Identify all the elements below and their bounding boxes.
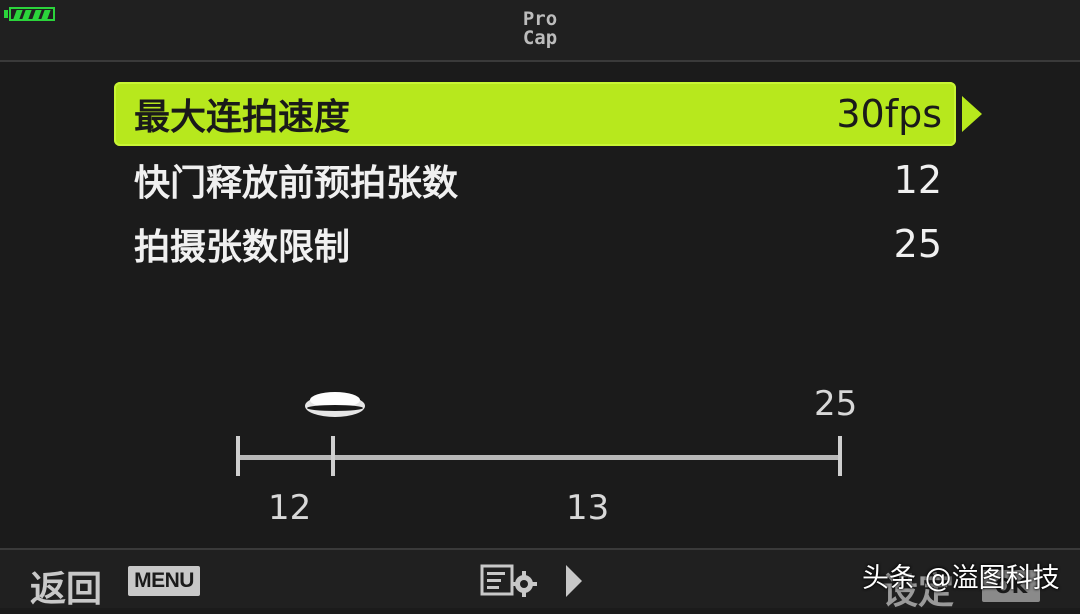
menu-item-max-burst-speed[interactable]: 最大连拍速度 30fps	[114, 82, 956, 146]
mode-line-2: Cap	[522, 27, 558, 49]
frame-scale-line	[238, 455, 840, 460]
menu-item-value: 12	[893, 158, 942, 202]
menu-item-frame-count-limit[interactable]: 拍摄张数限制 25	[114, 212, 956, 276]
shutter-button-icon	[305, 392, 365, 417]
menu-item-label: 快门释放前预拍张数	[134, 163, 459, 204]
next-page-arrow-icon[interactable]	[566, 565, 582, 597]
menu-item-pre-shutter-frames[interactable]: 快门释放前预拍张数 12	[114, 148, 956, 212]
battery-full-icon	[4, 6, 58, 22]
menu-item-label: 拍摄张数限制	[134, 227, 351, 268]
limit-label: 25	[814, 384, 858, 424]
watermark-text: 头条 @溢图科技	[862, 563, 1060, 594]
scale-tick-shutter	[331, 436, 335, 476]
top-status-bar: Pro Cap	[0, 0, 1080, 62]
pre-shutter-count-label: 12	[268, 488, 312, 528]
menu-item-label: 最大连拍速度	[134, 97, 351, 138]
back-label[interactable]: 返回	[30, 560, 102, 612]
menu-button-badge[interactable]: MENU	[128, 566, 200, 596]
scale-tick-end	[838, 436, 842, 476]
menu-settings-icon	[480, 564, 537, 597]
menu-item-value: 30fps	[836, 92, 942, 136]
post-shutter-count-label: 13	[566, 488, 610, 528]
submenu-arrow-icon[interactable]	[962, 96, 982, 132]
menu-item-value: 25	[893, 222, 942, 266]
scale-tick-start	[236, 436, 240, 476]
pro-capture-mode-indicator: Pro Cap	[510, 10, 570, 48]
